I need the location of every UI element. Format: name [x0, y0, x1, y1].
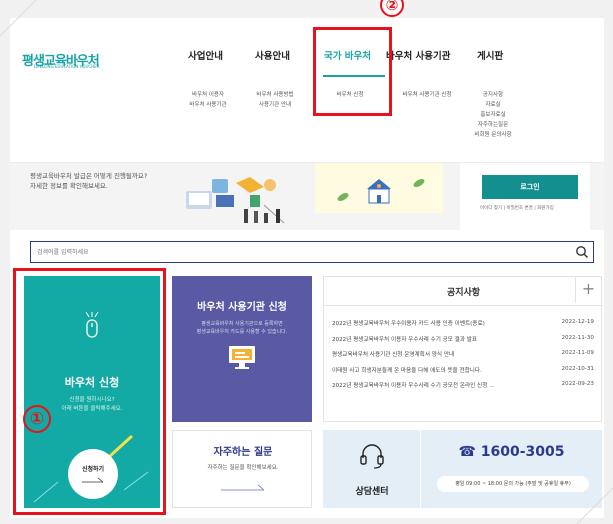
- nav-board[interactable]: 게시판: [477, 48, 503, 62]
- nav-usage-submenu: 바우처 사용방법 사용기관 안내: [247, 90, 303, 110]
- org-apply-card[interactable]: 바우처 사용기관 신청 평생교육바우처 사용기관으로 등록하면 평생교육바우처 …: [172, 276, 312, 422]
- notice-item[interactable]: 2022년 평생교육바우처 우수이용자 카드 사용 인증 이벤트(종료) 202…: [332, 319, 594, 335]
- submenu-org-guide[interactable]: 사용기관 안내: [247, 100, 303, 110]
- banner-center-panel: [315, 163, 443, 213]
- notice-item[interactable]: 2022년 평생교육바우처 이용자 우수사례 수기 공모 결과 발표 2022-…: [332, 335, 594, 351]
- notice-item-date: 2022-11-09: [561, 350, 594, 356]
- notice-item-title[interactable]: 2022년 평생교육바우처 우수이용자 카드 사용 인증 이벤트(종료): [332, 319, 542, 327]
- notice-title: 공지사항: [446, 288, 481, 298]
- login-panel: 로그인 아이디 찾기 | 비밀번호 변경 | 회원가입: [460, 163, 590, 230]
- nav-board-submenu: 공지사항 자료실 홍보자료실 자주하는질문 비회원 문의사항: [465, 90, 521, 140]
- notice-more-button[interactable]: +: [575, 277, 601, 303]
- nav-business[interactable]: 사업안내: [188, 48, 223, 62]
- submenu-guest-inquiry[interactable]: 비회원 문의사항: [465, 130, 521, 140]
- logo[interactable]: 평생교육바우처 LIFELONG EDUCATION VOUCHER: [22, 50, 117, 70]
- faq-card-desc: 자주하는 질문을 확인해보세요.: [207, 465, 279, 471]
- notice-item-date: 2022-10-31: [561, 365, 594, 372]
- notice-item[interactable]: 평생교육바우처 사용기관 신청 운영계획서 양식 안내 2022-11-09: [332, 350, 594, 366]
- submenu-voucher-org[interactable]: 바우처 사용기관: [180, 100, 236, 110]
- nav-business-submenu: 바우처 이용자 바우처 사용기관: [180, 90, 236, 110]
- login-button[interactable]: 로그인: [482, 175, 578, 199]
- notice-item-date: 2022-09-23: [561, 381, 594, 387]
- nav-voucher-org-submenu: 바우처 사용기관 신청: [386, 90, 468, 100]
- org-card-title: 바우처 사용기관 신청: [197, 302, 287, 313]
- banner: 평생교육바우처 발급은 어떻게 진행될까요? 자세한 정보를 확인해보세요. 로…: [10, 163, 604, 230]
- corner-decoration: [576, 487, 613, 524]
- submenu-how-to-use[interactable]: 바우처 사용방법: [247, 90, 303, 100]
- faq-card[interactable]: 자주하는 질문 자주하는 질문을 확인해보세요.: [172, 430, 312, 508]
- contact-label: 상담센터: [355, 487, 389, 497]
- highlight-box-national-voucher: [313, 27, 392, 116]
- submenu-org-apply[interactable]: 바우처 사용기관 신청: [386, 90, 468, 100]
- contact-phone: ☎ 1600-3005: [458, 444, 565, 460]
- org-card-desc: 평생교육바우처 사용기관으로 등록하면 평생교육바우처 카드를 사용할 수 있습…: [172, 320, 312, 336]
- annotation-marker-1: ①: [23, 405, 51, 433]
- notice-item[interactable]: 이태원 사고 희생자분들께 온 마음을 다해 애도의 뜻을 전합니다. 2022…: [332, 366, 594, 382]
- search-input[interactable]: [37, 242, 557, 262]
- submenu-faq[interactable]: 자주하는질문: [465, 120, 521, 130]
- org-card-desc-1: 평생교육바우처 사용기관으로 등록하면: [201, 321, 283, 327]
- notice-panel: 공지사항 + 2022년 평생교육바우처 우수이용자 카드 사용 인증 이벤트(…: [323, 276, 603, 422]
- banner-text: 평생교육바우처 발급은 어떻게 진행될까요? 자세한 정보를 확인해보세요.: [30, 171, 147, 191]
- screenshot-canvas: 평생교육바우처 LIFELONG EDUCATION VOUCHER 사업안내 …: [0, 0, 613, 524]
- notice-item-date: 2022-11-30: [561, 334, 594, 341]
- notice-item-title[interactable]: 2022년 평생교육바우처 이용자 우수사례 수기 공모전 온라인 신청 …: [332, 381, 542, 389]
- submenu-promo[interactable]: 홍보자료실: [465, 110, 521, 120]
- contact-panel: 상담센터 ☎ 1600-3005 평일 09:00 ~ 18:00 문의 가능 …: [323, 430, 602, 508]
- notice-item[interactable]: 2022년 평생교육바우처 이용자 우수사례 수기 공모전 온라인 신청 … 2…: [332, 381, 594, 397]
- contact-hours: 평일 09:00 ~ 18:00 문의 가능 (주말 및 공휴일 휴무): [437, 476, 589, 492]
- banner-line-2: 자세한 정보를 확인해보세요.: [30, 182, 108, 190]
- annotation-marker-2: ②: [380, 0, 404, 17]
- faq-card-title: 자주하는 질문: [213, 447, 273, 458]
- submenu-voucher-user[interactable]: 바우처 이용자: [180, 90, 236, 100]
- highlight-box-voucher-card: [13, 268, 166, 515]
- header: 평생교육바우처 LIFELONG EDUCATION VOUCHER 사업안내 …: [10, 18, 604, 163]
- contact-left: 상담센터: [323, 430, 421, 508]
- notice-item-title[interactable]: 이태원 사고 희생자분들께 온 마음을 다해 애도의 뜻을 전합니다.: [332, 366, 542, 374]
- banner-illustration: [186, 177, 285, 224]
- page: 평생교육바우처 LIFELONG EDUCATION VOUCHER 사업안내 …: [10, 18, 604, 518]
- banner-line-1: 평생교육바우처 발급은 어떻게 진행될까요?: [30, 172, 148, 180]
- notice-item-title[interactable]: 평생교육바우처 사용기관 신청 운영계획서 양식 안내: [332, 350, 542, 358]
- submenu-archive[interactable]: 자료실: [465, 100, 521, 110]
- corner-decoration: [0, 0, 37, 37]
- nav-voucher-org[interactable]: 바우처 사용기관: [386, 48, 451, 62]
- notice-divider: [324, 305, 603, 306]
- arrow-right-icon: [221, 484, 265, 491]
- monitor-icon: [229, 346, 255, 369]
- headset-icon: [360, 444, 384, 469]
- search-bar: [30, 241, 594, 263]
- search-icon[interactable]: [575, 245, 589, 259]
- login-links[interactable]: 아이디 찾기 | 비밀번호 변경 | 회원가입: [480, 205, 554, 211]
- notice-list: 2022년 평생교육바우처 우수이용자 카드 사용 인증 이벤트(종료) 202…: [332, 319, 594, 397]
- logo-subtitle: LIFELONG EDUCATION VOUCHER: [34, 64, 100, 69]
- school-illustration: [337, 179, 425, 204]
- submenu-notice[interactable]: 공지사항: [465, 90, 521, 100]
- notice-item-title[interactable]: 2022년 평생교육바우처 이용자 우수사례 수기 공모 결과 발표: [332, 335, 542, 343]
- nav-usage[interactable]: 사용안내: [255, 48, 290, 62]
- org-card-desc-2: 평생교육바우처 카드를 사용할 수 있습니다.: [196, 329, 288, 335]
- notice-item-date: 2022-12-19: [561, 319, 594, 325]
